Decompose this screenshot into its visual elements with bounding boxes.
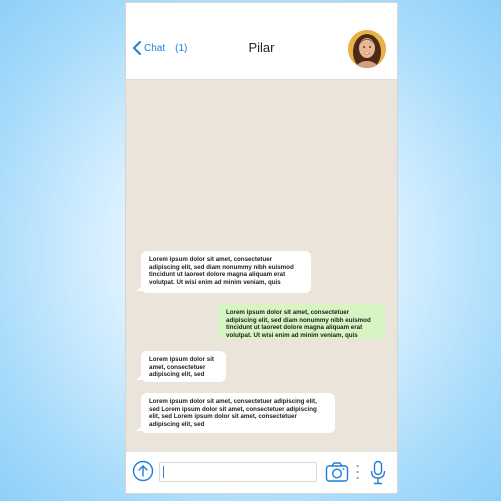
camera-icon[interactable] bbox=[325, 461, 349, 483]
phone-screen: Chat (1) Pilar Lorem ipsum dolor sit ame… bbox=[125, 2, 398, 494]
upload-arrow-icon[interactable] bbox=[132, 460, 154, 482]
avatar-photo-icon bbox=[348, 30, 386, 68]
bubble-tail bbox=[384, 332, 390, 337]
message-bubble-incoming: Lorem ipsum dolor sit amet, consectetuer… bbox=[141, 393, 335, 433]
bubble-tail bbox=[136, 375, 142, 380]
avatar[interactable] bbox=[348, 30, 386, 68]
message-input[interactable] bbox=[159, 462, 317, 482]
bubble-tail bbox=[136, 286, 142, 291]
text-cursor bbox=[163, 466, 164, 478]
message-composer bbox=[126, 451, 397, 493]
bubble-tail bbox=[136, 426, 142, 431]
message-bubble-incoming: Lorem ipsum dolor sit amet, consectetuer… bbox=[141, 351, 226, 382]
message-bubble-incoming: Lorem ipsum dolor sit amet, consectetuer… bbox=[141, 251, 311, 293]
message-text: Lorem ipsum dolor sit amet, consectetuer… bbox=[226, 309, 371, 340]
more-dots-icon[interactable] bbox=[356, 464, 359, 480]
chat-header: Chat (1) Pilar bbox=[126, 3, 397, 80]
microphone-icon[interactable] bbox=[369, 460, 387, 486]
message-text: Lorem ipsum dolor sit amet, consectetuer… bbox=[149, 256, 294, 287]
message-text: Lorem ipsum dolor sit amet, consectetuer… bbox=[149, 398, 317, 429]
message-text: Lorem ipsum dolor sit amet, consectetuer… bbox=[149, 356, 214, 379]
message-bubble-outgoing: Lorem ipsum dolor sit amet, consectetuer… bbox=[218, 304, 385, 339]
